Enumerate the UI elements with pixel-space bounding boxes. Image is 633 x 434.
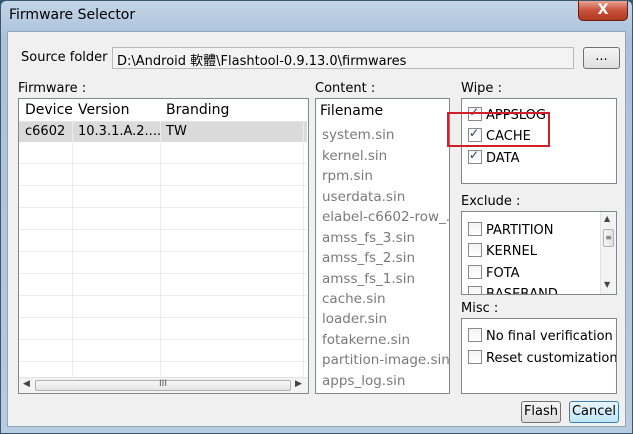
misc-list: No final verification Reset customizatio… [461, 318, 617, 394]
wipe-section-label: Wipe : [461, 81, 502, 96]
misc-section-label: Misc : [461, 301, 499, 316]
list-item[interactable]: elabel-c6602-row_... [322, 209, 449, 225]
checkbox-icon[interactable] [468, 222, 482, 236]
close-icon: X [597, 2, 609, 18]
exclude-list: PARTITION KERNEL FOTA BASEBAND ▲ ≡ ▼ [461, 211, 617, 295]
source-folder-field[interactable]: D:\Android 軟體\Flashtool-0.9.13.0\firmwar… [112, 47, 574, 69]
list-item[interactable]: amss_fs_2.sin [322, 250, 415, 266]
cancel-button[interactable]: Cancel [569, 401, 619, 423]
firmware-section-label: Firmware : [18, 81, 87, 96]
list-item[interactable]: system.sin [322, 127, 394, 143]
vertical-scrollbar[interactable]: ▲ ≡ ▼ [600, 212, 616, 294]
content-section-label: Content : [315, 81, 376, 96]
firmware-table-header: Device Version Branding [19, 99, 308, 122]
source-folder-label: Source folder [21, 50, 108, 65]
row-divider [19, 339, 307, 340]
checkbox-icon[interactable] [468, 265, 482, 279]
list-item[interactable]: kernel.sin [322, 148, 387, 164]
column-header-version[interactable]: Version [78, 102, 129, 118]
row-divider [19, 207, 307, 208]
firmware-table: Device Version Branding c6602 10.3.1.A.2… [18, 98, 309, 394]
exclude-fota-checkbox[interactable]: FOTA [468, 265, 520, 281]
row-divider [19, 273, 307, 274]
flash-button[interactable]: Flash [521, 401, 561, 423]
scroll-left-icon[interactable]: ◀ [23, 379, 30, 389]
checkbox-icon[interactable] [468, 243, 482, 257]
checkbox-label: FOTA [486, 266, 520, 281]
list-item[interactable]: amss_fs_1.sin [322, 271, 415, 287]
row-divider [19, 163, 307, 164]
content-list[interactable]: Filename system.sin kernel.sin rpm.sin u… [315, 98, 450, 394]
window-title: Firmware Selector [9, 7, 136, 23]
table-row[interactable]: c6602 10.3.1.A.2.... TW [19, 122, 307, 142]
list-item[interactable]: loader.sin [322, 311, 387, 327]
browse-button[interactable]: ... [583, 47, 620, 69]
row-branding: TW [166, 124, 187, 139]
highlight-box [447, 112, 550, 147]
close-button[interactable]: X [578, 1, 628, 21]
checkbox-label: No final verification [486, 329, 613, 344]
list-item[interactable]: fotakerne.sin [322, 332, 410, 348]
exclude-baseband-checkbox[interactable]: BASEBAND [468, 286, 558, 295]
row-divider [19, 251, 307, 252]
scroll-thumb[interactable]: ≡ [603, 229, 614, 247]
list-item[interactable]: rpm.sin [322, 168, 373, 184]
content-list-header: Filename [320, 103, 384, 119]
checkbox-label: DATA [486, 151, 520, 166]
thumb-grip: III [159, 379, 167, 389]
checkbox-icon[interactable] [468, 350, 482, 364]
horizontal-scrollbar[interactable]: ◀ III ▶ [19, 377, 308, 393]
list-item[interactable]: partition-image.sin [322, 352, 449, 368]
list-item[interactable]: cache.sin [322, 291, 386, 307]
list-item[interactable]: userdata.sin [322, 189, 405, 205]
row-divider [19, 229, 307, 230]
dialog-body: Source folder D:\Android 軟體\Flashtool-0.… [7, 31, 626, 427]
checkbox-label: Reset customizations [486, 351, 617, 366]
list-item[interactable]: apps_log.sin [322, 373, 405, 389]
scroll-down-icon[interactable]: ▼ [604, 280, 610, 289]
column-header-device[interactable]: Device [25, 102, 73, 118]
thumb-grip: ≡ [605, 233, 612, 242]
checkbox-label: BASEBAND [486, 287, 558, 295]
reset-customizations-checkbox[interactable]: Reset customizations [468, 350, 617, 366]
title-bar[interactable]: Firmware Selector X [1, 1, 632, 31]
row-device: c6602 [25, 124, 66, 139]
row-divider [19, 185, 307, 186]
row-version: 10.3.1.A.2.... [78, 124, 162, 139]
row-divider [19, 361, 307, 362]
scroll-thumb[interactable]: III [35, 379, 291, 391]
checkbox-label: KERNEL [486, 244, 537, 259]
no-final-verification-checkbox[interactable]: No final verification [468, 328, 613, 344]
firmware-selector-window: Firmware Selector X Source folder D:\And… [0, 0, 633, 434]
scroll-up-icon[interactable]: ▲ [604, 214, 610, 223]
checkbox-icon[interactable] [468, 286, 482, 294]
wipe-data-checkbox[interactable]: DATA [468, 148, 520, 166]
checkbox-checked-icon[interactable] [468, 148, 482, 164]
exclude-section-label: Exclude : [461, 194, 521, 209]
row-divider [19, 317, 307, 318]
exclude-partition-checkbox[interactable]: PARTITION [468, 222, 554, 238]
row-divider [19, 295, 307, 296]
checkbox-label: PARTITION [486, 223, 554, 238]
column-header-branding[interactable]: Branding [166, 102, 229, 118]
checkbox-icon[interactable] [468, 328, 482, 342]
list-item[interactable]: amss_fs_3.sin [322, 230, 415, 246]
scroll-right-icon[interactable]: ▶ [295, 379, 302, 389]
exclude-kernel-checkbox[interactable]: KERNEL [468, 243, 537, 259]
